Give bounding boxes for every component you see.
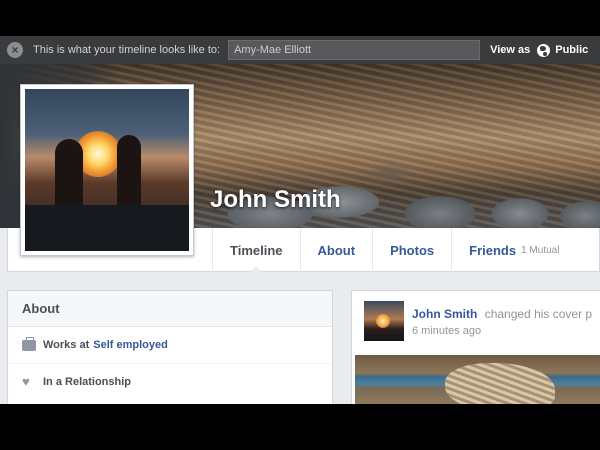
public-text: Public <box>555 44 589 56</box>
post-author-link[interactable]: John Smith <box>412 307 477 321</box>
tab-label: Friends <box>469 242 517 258</box>
about-relationship-row: ♥ In a Relationship <box>8 363 332 399</box>
about-work-row: Works at Self employed <box>8 327 332 363</box>
post-action-text: changed his cover p <box>484 307 593 321</box>
timeline-page: John Smith Timeline About Photos Friends… <box>0 64 600 404</box>
works-at-label: Works at <box>43 339 90 351</box>
timeline-post: John Smith changed his cover p 6 minutes… <box>351 290 600 404</box>
tab-about[interactable]: About <box>299 228 373 272</box>
view-as-text: View as <box>490 44 531 56</box>
about-card-title[interactable]: About <box>8 291 332 327</box>
view-as-public-button[interactable]: View as Public <box>490 43 589 57</box>
post-timestamp[interactable]: 6 minutes ago <box>412 325 481 337</box>
profile-name[interactable]: John Smith <box>210 186 341 214</box>
employer-link[interactable]: Self employed <box>93 339 168 351</box>
view-as-bar: × This is what your timeline looks like … <box>0 36 600 64</box>
profile-photo-image <box>25 89 189 251</box>
tab-friends[interactable]: Friends 1 Mutual <box>451 228 576 272</box>
tab-timeline[interactable]: Timeline <box>212 228 300 273</box>
tab-label: Photos <box>390 242 435 258</box>
post-header: John Smith changed his cover p <box>412 307 592 321</box>
mutual-friends-count: 1 Mutual <box>521 244 560 256</box>
driftwood-shape <box>445 363 555 404</box>
photo-ground <box>25 205 189 251</box>
avatar-sun <box>376 314 390 328</box>
post-cover-image[interactable] <box>355 355 600 404</box>
close-icon[interactable]: × <box>7 42 23 58</box>
relationship-status: In a Relationship <box>43 375 132 388</box>
screen-frame-bottom <box>0 404 600 450</box>
screen-frame-top <box>0 0 600 36</box>
profile-picture[interactable] <box>20 84 194 256</box>
tab-label: Timeline <box>230 242 283 258</box>
briefcase-icon <box>22 336 36 351</box>
view-as-label: This is what your timeline looks like to… <box>33 44 221 56</box>
post-author-avatar[interactable] <box>364 301 404 341</box>
timeline-tabs: Timeline About Photos Friends 1 Mutual <box>212 228 576 273</box>
heart-icon: ♥ <box>22 374 30 389</box>
tab-photos[interactable]: Photos <box>372 228 451 272</box>
tab-label: About <box>317 242 356 258</box>
globe-icon <box>537 43 551 57</box>
about-card: About Works at Self employed ♥ In a Rela… <box>7 290 333 404</box>
viewer-name-input[interactable] <box>228 40 481 60</box>
